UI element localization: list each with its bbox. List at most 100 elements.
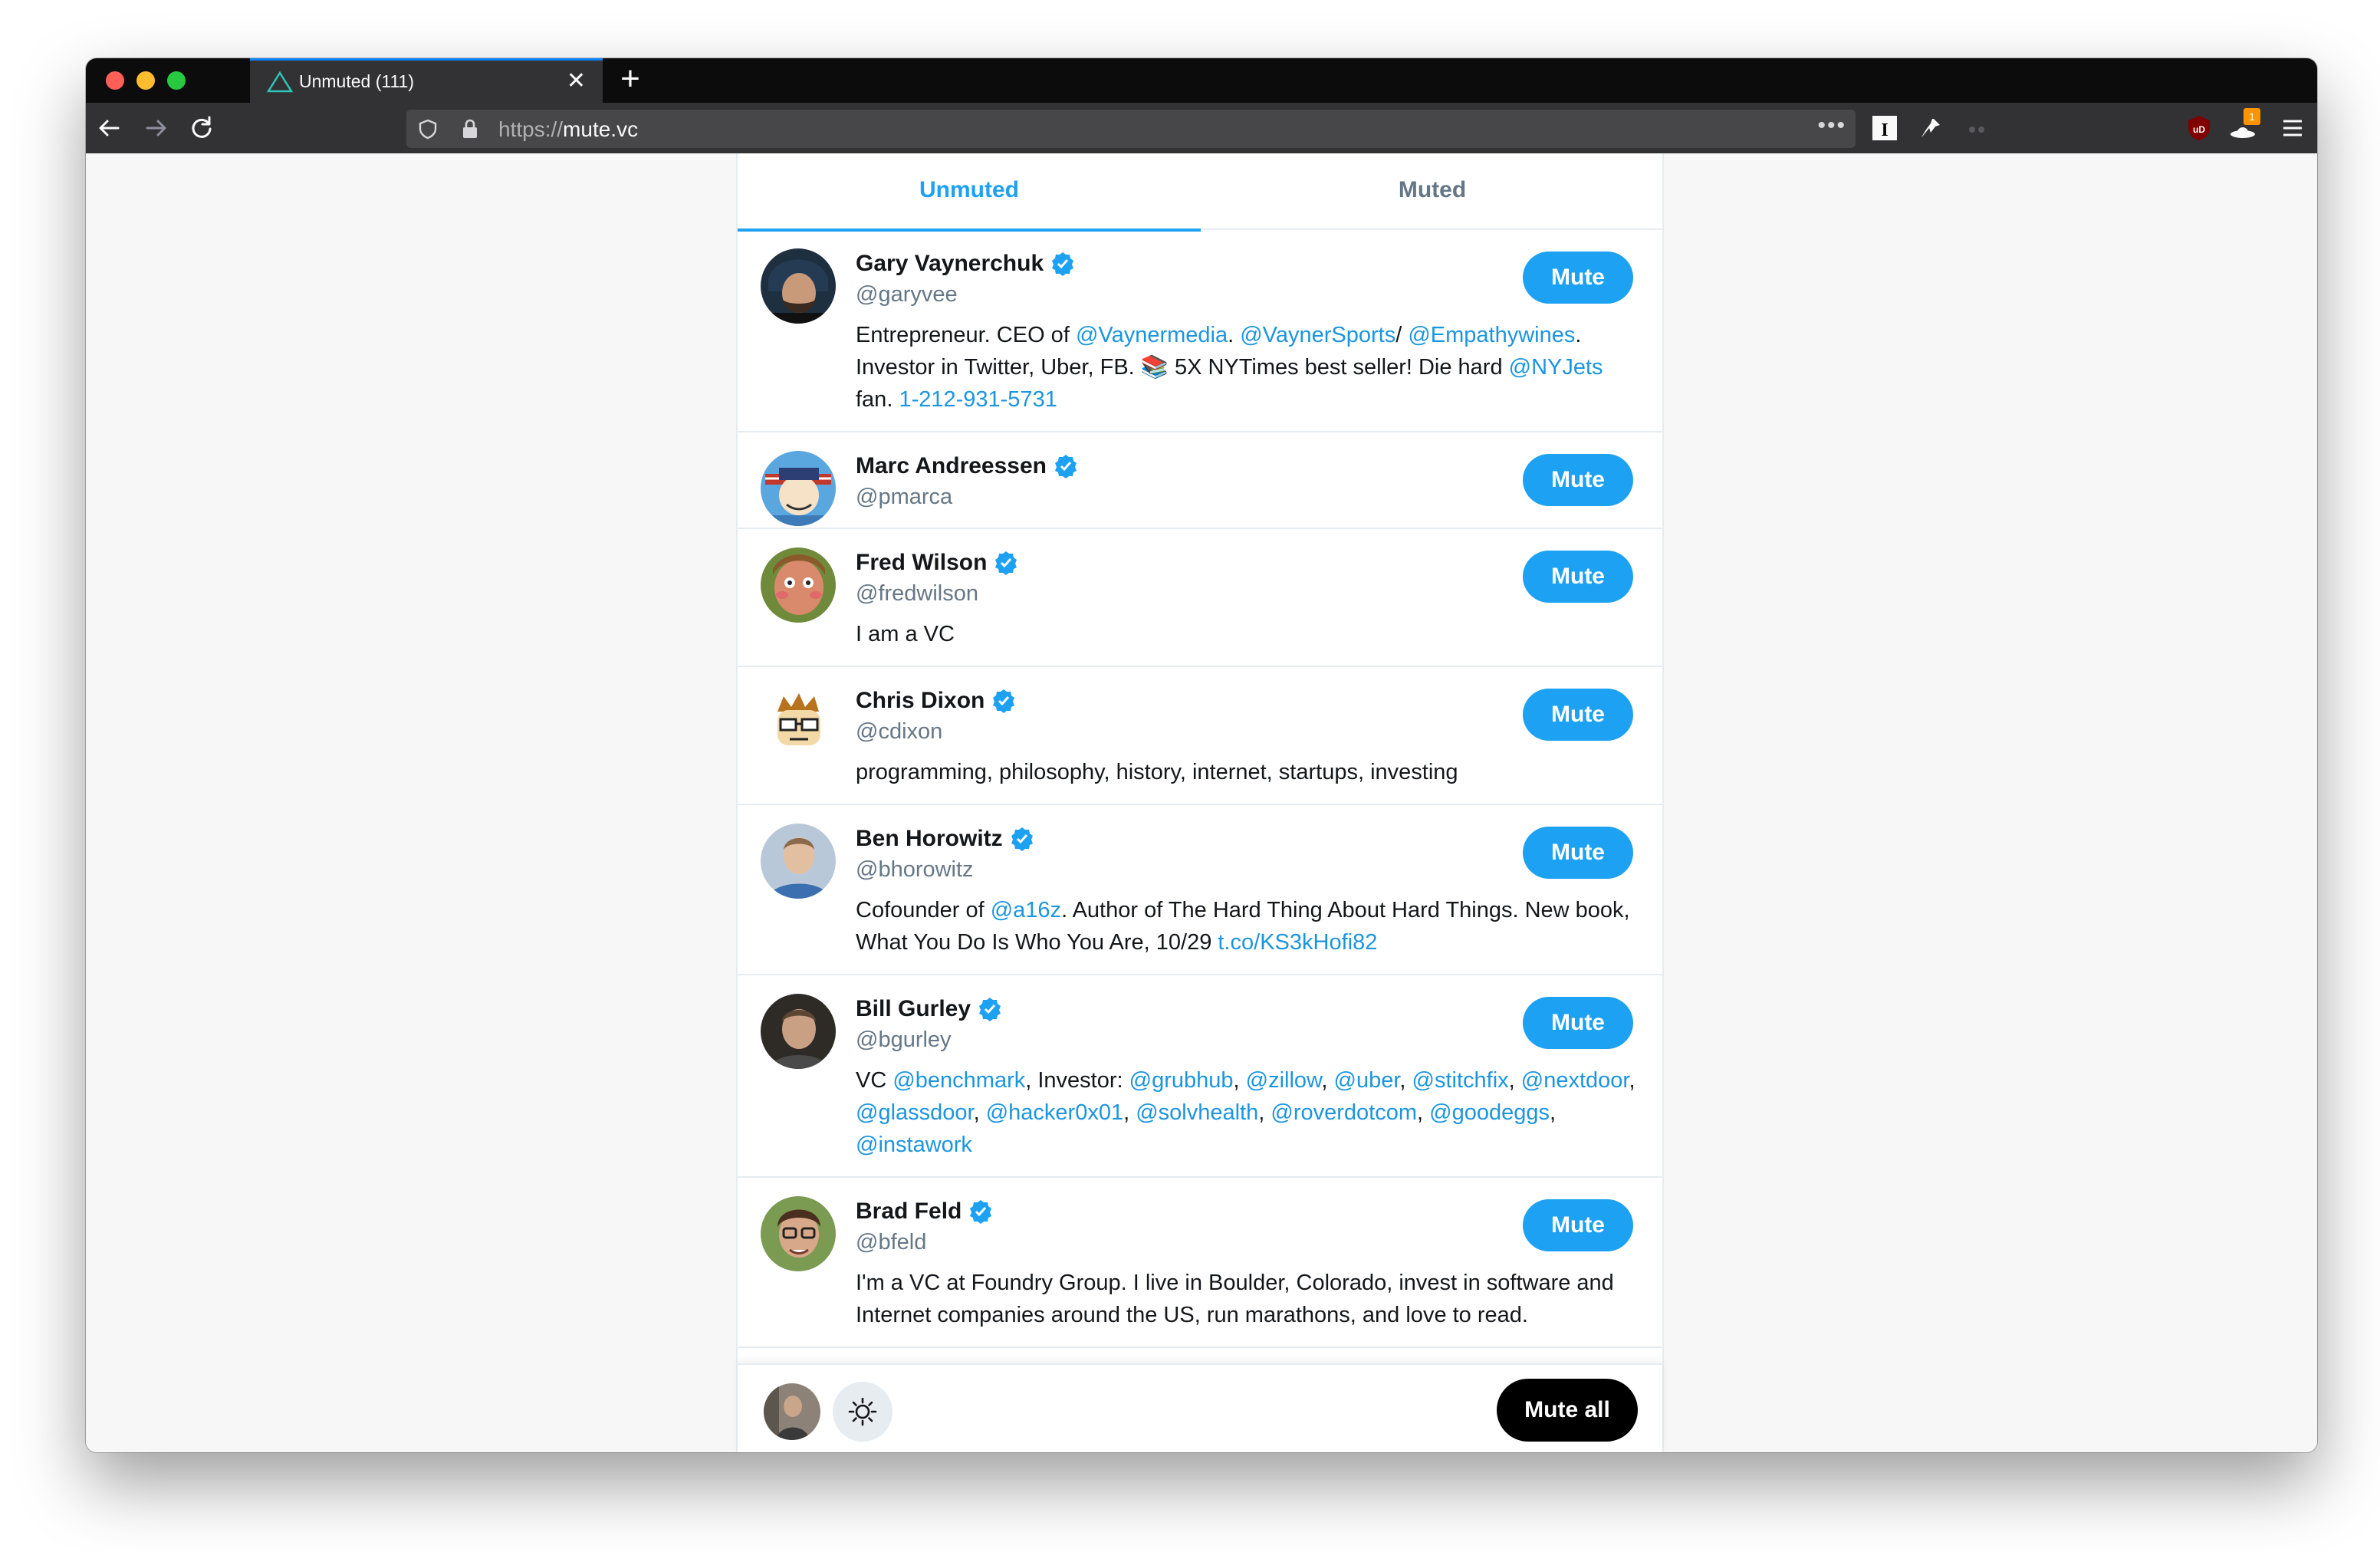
user-name[interactable]: Fred Wilson xyxy=(856,550,987,576)
verified-badge-icon xyxy=(970,1200,992,1224)
avatar[interactable] xyxy=(761,1196,836,1271)
verified-badge-icon xyxy=(995,551,1017,575)
browser-tab[interactable]: Unmuted (111) ✕ xyxy=(250,58,603,103)
bio-link[interactable]: @a16z xyxy=(991,898,1061,922)
tab-muted[interactable]: Muted xyxy=(1201,153,1664,230)
user-name[interactable]: Chris Dixon xyxy=(856,688,985,714)
user-handle: @bhorowitz xyxy=(856,857,974,882)
svg-text:I: I xyxy=(1881,120,1888,140)
extension-badge-count: 1 xyxy=(2244,108,2260,125)
bio-link[interactable]: @NYJets xyxy=(1509,355,1603,380)
bio-text: , xyxy=(1508,1068,1521,1093)
browser-window: Unmuted (111) ✕ + https://mute.vc ••• I … xyxy=(86,58,2317,1452)
bottom-bar: Mute all xyxy=(738,1363,1662,1452)
avatar[interactable] xyxy=(764,1383,820,1440)
user-handle: @pmarca xyxy=(856,485,953,509)
user-handle: @fredwilson xyxy=(856,581,978,606)
close-window-button[interactable] xyxy=(106,71,124,90)
mute-button[interactable]: Mute xyxy=(1523,689,1633,741)
bio-text: Entrepreneur. CEO of xyxy=(856,323,1076,347)
ublock-icon[interactable]: uD xyxy=(2184,113,2214,143)
reload-icon[interactable] xyxy=(182,109,221,147)
avatar[interactable] xyxy=(761,824,836,899)
bio-link[interactable]: @VaynerSports xyxy=(1240,323,1395,347)
user-name[interactable]: Ben Horowitz xyxy=(856,826,1003,852)
extension-badge-button[interactable]: 1 xyxy=(2230,108,2263,143)
bio-text: , xyxy=(1629,1068,1635,1093)
mute-button[interactable]: Mute xyxy=(1523,252,1633,304)
bio-text: , xyxy=(1417,1100,1430,1125)
user-row: Ben Horowitz @bhorowitz Cofounder of @a1… xyxy=(738,805,1662,975)
zoom-window-button[interactable] xyxy=(167,71,186,90)
user-bio: I'm a VC at Foundry Group. I live in Bou… xyxy=(856,1267,1638,1331)
mute-button[interactable]: Mute xyxy=(1523,1199,1633,1251)
user-bio: Entrepreneur. CEO of @Vaynermedia. @Vayn… xyxy=(856,319,1638,416)
bio-link[interactable]: @solvhealth xyxy=(1136,1100,1258,1125)
hamburger-icon[interactable] xyxy=(2277,113,2308,143)
avatar[interactable] xyxy=(761,686,836,761)
bio-link[interactable]: @nextdoor xyxy=(1521,1068,1629,1093)
address-bar[interactable]: https://mute.vc ••• xyxy=(406,110,1856,148)
bio-link[interactable]: @hacker0x01 xyxy=(986,1100,1123,1125)
sun-icon[interactable] xyxy=(833,1382,893,1442)
mute-button[interactable]: Mute xyxy=(1523,454,1633,506)
avatar[interactable] xyxy=(761,248,836,324)
bio-link[interactable]: @stitchfix xyxy=(1412,1068,1509,1093)
bio-text: , xyxy=(1321,1068,1334,1093)
bio-link[interactable]: t.co/KS3kHofi82 xyxy=(1218,930,1377,955)
bio-text: , xyxy=(1233,1068,1246,1093)
mute-button[interactable]: Mute xyxy=(1523,551,1633,603)
bio-link[interactable]: @grubhub xyxy=(1129,1068,1234,1093)
new-tab-button[interactable]: + xyxy=(607,60,653,101)
bio-link[interactable]: @instawork xyxy=(856,1133,972,1157)
mute-panel: Unmuted Muted Gary Vaynerchuk @garyvee E… xyxy=(736,153,1664,1452)
extension-glasses-icon[interactable] xyxy=(1961,113,1992,143)
bio-text: , Investor: xyxy=(1025,1068,1129,1093)
user-name[interactable]: Bill Gurley xyxy=(856,996,971,1022)
bio-text: Cofounder of xyxy=(856,898,991,922)
lock-icon[interactable] xyxy=(460,118,480,140)
bio-link[interactable]: @uber xyxy=(1334,1068,1400,1093)
minimize-window-button[interactable] xyxy=(136,71,155,90)
pin-icon[interactable] xyxy=(1915,113,1946,143)
avatar[interactable] xyxy=(761,547,836,623)
shield-icon[interactable] xyxy=(417,118,439,140)
user-name[interactable]: Brad Feld xyxy=(856,1199,962,1225)
bio-text: fan. xyxy=(856,387,899,412)
user-handle: @bfeld xyxy=(856,1230,927,1254)
bio-link[interactable]: @Vaynermedia xyxy=(1076,323,1228,347)
navigation-bar: https://mute.vc ••• I uD 1 xyxy=(86,103,2317,153)
user-handle: @cdixon xyxy=(856,719,943,744)
page-content: Unmuted Muted Gary Vaynerchuk @garyvee E… xyxy=(86,153,2317,1452)
bio-link[interactable]: @goodeggs xyxy=(1429,1100,1550,1125)
bio-link[interactable]: @benchmark xyxy=(893,1068,1025,1093)
arrow-right-icon[interactable] xyxy=(136,109,175,147)
bio-link[interactable]: @zillow xyxy=(1246,1068,1322,1093)
bio-link[interactable]: 1-212-931-5731 xyxy=(899,387,1057,412)
bio-link[interactable]: @Empathywines xyxy=(1408,323,1575,347)
mute-all-button[interactable]: Mute all xyxy=(1497,1379,1638,1442)
arrow-left-icon[interactable] xyxy=(90,109,129,147)
verified-badge-icon xyxy=(1055,455,1077,478)
mute-button[interactable]: Mute xyxy=(1523,827,1633,879)
user-handle: @garyvee xyxy=(856,282,958,307)
avatar[interactable] xyxy=(761,994,836,1069)
bio-link[interactable]: @glassdoor xyxy=(856,1100,974,1125)
mute-button[interactable]: Mute xyxy=(1523,997,1633,1049)
close-tab-icon[interactable]: ✕ xyxy=(567,70,586,93)
user-name[interactable]: Marc Andreessen xyxy=(856,453,1047,479)
user-row: Marc Andreessen @pmarca Mute xyxy=(738,432,1662,529)
bio-text: , xyxy=(1258,1100,1271,1125)
bio-text: programming, philosophy, history, intern… xyxy=(856,760,1458,784)
bio-text: , xyxy=(1549,1100,1557,1125)
user-name[interactable]: Gary Vaynerchuk xyxy=(856,251,1044,277)
bio-link[interactable]: @roverdotcom xyxy=(1271,1100,1417,1125)
bio-text: VC xyxy=(856,1068,893,1093)
verified-badge-icon xyxy=(979,998,1001,1021)
user-row: Chris Dixon @cdixon programming, philoso… xyxy=(738,667,1662,805)
filter-tabs: Unmuted Muted xyxy=(738,153,1664,232)
instapaper-icon[interactable]: I xyxy=(1869,113,1900,143)
page-actions-icon[interactable]: ••• xyxy=(1817,113,1846,139)
tab-unmuted[interactable]: Unmuted xyxy=(738,153,1201,232)
avatar[interactable] xyxy=(761,451,836,526)
